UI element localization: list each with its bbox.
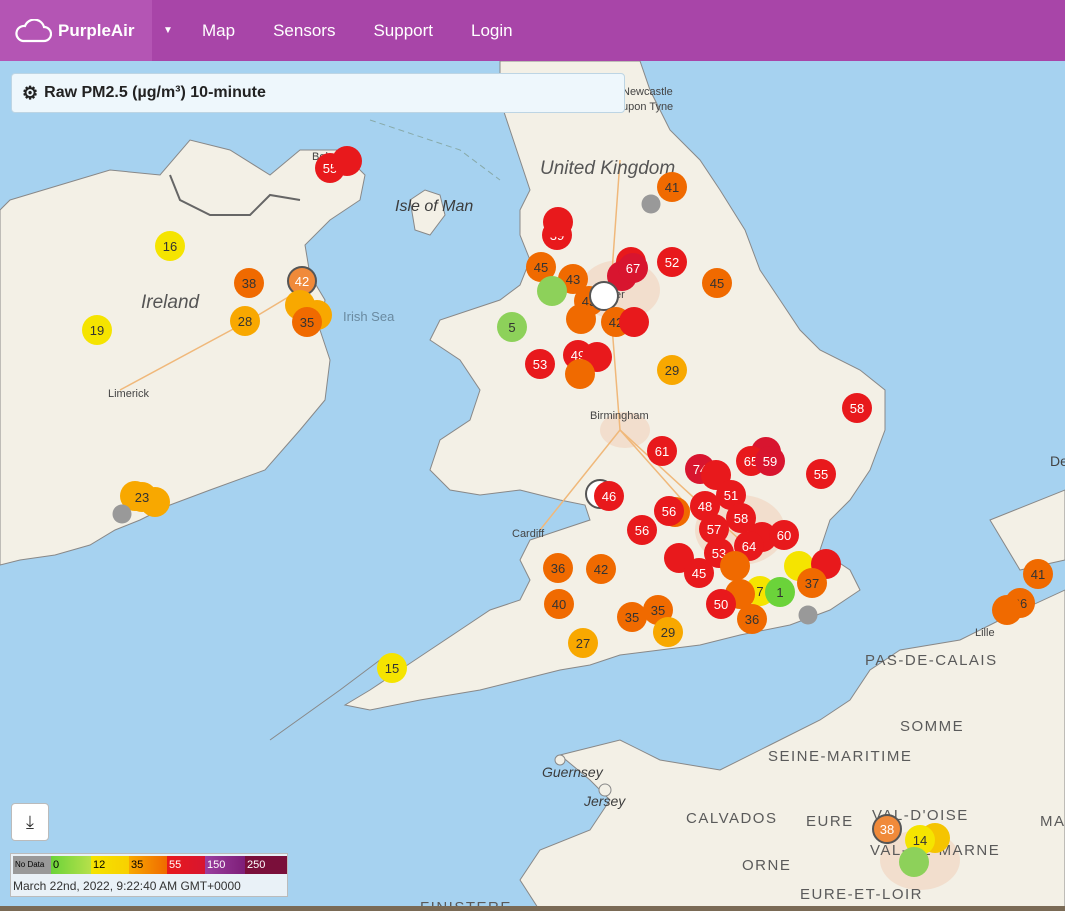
brand-logo[interactable]: PurpleAir — [0, 0, 152, 61]
sensor-marker[interactable] — [619, 307, 649, 337]
label-irish-sea: Irish Sea — [343, 309, 395, 324]
sensor-marker[interactable]: 45 — [702, 268, 732, 298]
sensor-marker[interactable]: 56 — [654, 496, 684, 526]
label-orne: ORNE — [742, 857, 792, 874]
label-jersey: Jersey — [584, 793, 626, 809]
sensor-marker[interactable]: 36 — [543, 553, 573, 583]
label-eure: EURE — [806, 813, 854, 830]
sensor-marker[interactable]: 46 — [594, 481, 624, 511]
sensor-marker[interactable]: 15 — [377, 653, 407, 683]
sensor-marker[interactable]: 53 — [525, 349, 555, 379]
label-ma-fragment: MA — [1040, 813, 1065, 830]
label-pas-de-calais: PAS-DE-CALAIS — [865, 652, 998, 669]
sensor-marker[interactable]: 67 — [618, 253, 648, 283]
sensor-marker[interactable]: 41 — [657, 172, 687, 202]
label-de-fragment: De — [1050, 453, 1065, 469]
label-calvados: CALVADOS — [686, 810, 778, 827]
sensor-marker[interactable]: 1 — [765, 577, 795, 607]
sensor-marker[interactable]: 40 — [544, 589, 574, 619]
label-united-kingdom: United Kingdom — [540, 158, 676, 179]
top-navbar: PurpleAir ▼ Map Sensors Support Login — [0, 0, 1065, 61]
sensor-marker[interactable]: 42 — [586, 554, 616, 584]
download-button[interactable]: ⤓ — [11, 803, 49, 841]
data-layer-title: Raw PM2.5 (µg/m³) 10-minute — [44, 84, 266, 101]
legend-no-data: No Data — [13, 856, 51, 874]
sensor-marker[interactable]: 29 — [657, 355, 687, 385]
sensor-marker[interactable] — [543, 207, 573, 237]
legend-150: 150 — [205, 856, 245, 874]
sensor-marker[interactable]: 35 — [292, 307, 322, 337]
legend-250: 250 — [245, 856, 287, 874]
aqi-legend: No Data 0 12 35 55 150 250 March 22nd, 2… — [10, 853, 288, 897]
label-cardiff: Cardiff — [512, 528, 545, 540]
sensor-marker[interactable]: 5 — [497, 312, 527, 342]
basemap — [0, 61, 1065, 911]
label-ireland: Ireland — [141, 292, 200, 313]
sensor-marker[interactable]: 61 — [647, 436, 677, 466]
label-somme: SOMME — [900, 718, 965, 735]
legend-12: 12 — [91, 856, 129, 874]
sensor-marker[interactable]: 27 — [568, 628, 598, 658]
sensor-marker[interactable]: 37 — [797, 568, 827, 598]
sensor-marker[interactable]: 23 — [127, 482, 157, 512]
label-upon-tyne: upon Tyne — [622, 101, 674, 113]
data-layer-selector[interactable]: ⚙ Raw PM2.5 (µg/m³) 10-minute — [11, 73, 625, 113]
sensor-marker[interactable]: 38 — [234, 268, 264, 298]
sensor-map[interactable]: Newcastle upon Tyne United Kingdom Isle … — [0, 61, 1065, 911]
legend-0: 0 — [51, 856, 91, 874]
nav-link-support[interactable]: Support — [373, 21, 433, 41]
sensor-marker[interactable]: 29 — [653, 617, 683, 647]
sensor-marker[interactable]: 59 — [755, 446, 785, 476]
sensor-marker[interactable] — [992, 595, 1022, 625]
bottom-strip — [0, 906, 1065, 911]
sensor-marker[interactable] — [798, 605, 818, 625]
sensor-marker[interactable]: 16 — [155, 231, 185, 261]
data-timestamp: March 22nd, 2022, 9:22:40 AM GMT+0000 — [13, 879, 241, 893]
sensor-marker[interactable] — [565, 359, 595, 389]
sensor-marker[interactable]: 60 — [769, 520, 799, 550]
brand-dropdown-caret-icon[interactable]: ▼ — [152, 0, 184, 61]
gear-icon[interactable]: ⚙ — [22, 83, 38, 104]
sensor-marker[interactable] — [537, 276, 567, 306]
sensor-marker[interactable]: 41 — [1023, 559, 1053, 589]
label-eure-et-loir: EURE-ET-LOIR — [800, 886, 924, 903]
label-newcastle: Newcastle — [622, 86, 673, 98]
sensor-marker[interactable]: 28 — [230, 306, 260, 336]
label-lille: Lille — [975, 627, 995, 639]
label-seine-maritime: SEINE-MARITIME — [768, 748, 913, 765]
legend-35: 35 — [129, 856, 167, 874]
nav-link-sensors[interactable]: Sensors — [273, 21, 335, 41]
sensor-marker[interactable] — [566, 304, 596, 334]
sensor-marker[interactable]: 50 — [706, 589, 736, 619]
sensor-marker[interactable]: 56 — [627, 515, 657, 545]
sensor-marker[interactable]: 55 — [806, 459, 836, 489]
download-icon: ⤓ — [26, 811, 34, 832]
sensor-marker[interactable]: 19 — [82, 315, 112, 345]
cloud-icon — [15, 18, 52, 42]
brand-name: PurpleAir — [58, 20, 135, 40]
sensor-marker[interactable]: 45 — [684, 558, 714, 588]
sensor-marker[interactable]: 52 — [657, 247, 687, 277]
color-scale: No Data 0 12 35 55 150 250 — [13, 856, 287, 874]
nav-link-login[interactable]: Login — [471, 21, 513, 41]
label-limerick: Limerick — [108, 388, 149, 400]
sensor-marker[interactable] — [112, 504, 132, 524]
sensor-marker[interactable] — [332, 146, 362, 176]
legend-55: 55 — [167, 856, 205, 874]
sensor-marker[interactable]: 58 — [842, 393, 872, 423]
nav-link-map[interactable]: Map — [202, 21, 235, 41]
label-isle-of-man: Isle of Man — [395, 198, 474, 215]
sensor-marker[interactable] — [720, 551, 750, 581]
label-guernsey: Guernsey — [542, 764, 603, 780]
label-birmingham: Birmingham — [590, 410, 649, 422]
sensor-marker[interactable] — [899, 847, 929, 877]
sensor-marker[interactable] — [641, 194, 661, 214]
sensor-marker[interactable]: 38 — [872, 814, 902, 844]
sensor-marker[interactable]: 36 — [737, 604, 767, 634]
